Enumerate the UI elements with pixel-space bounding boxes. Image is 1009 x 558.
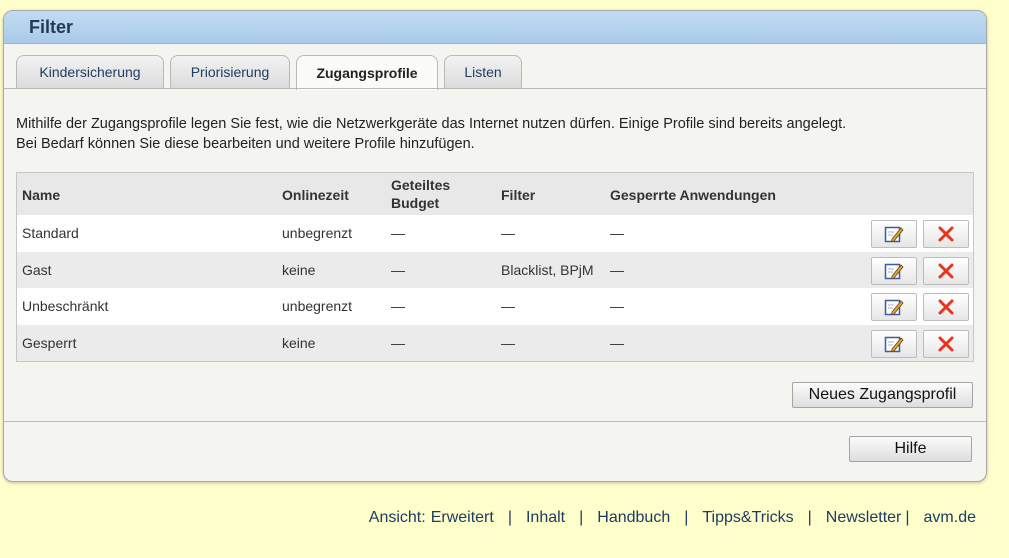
edit-button[interactable] — [871, 220, 917, 248]
filter-panel: Filter Kindersicherung Priorisierung Zug… — [3, 10, 987, 482]
header-onlinezeit: Onlinezeit — [282, 187, 349, 203]
profiles-table: Name Onlinezeit Geteiltes Budget Filter … — [16, 172, 974, 362]
table-row: Unbeschränkt unbegrenzt — — — — [17, 288, 973, 325]
cell-onlinezeit: keine — [282, 334, 316, 351]
edit-button[interactable] — [871, 256, 917, 285]
cell-budget: — — [391, 334, 405, 351]
tab-priorisierung[interactable]: Priorisierung — [170, 55, 290, 88]
edit-icon — [884, 299, 904, 316]
tab-zugangsprofile[interactable]: Zugangsprofile — [296, 55, 438, 90]
delete-icon — [938, 226, 954, 242]
separator: | — [807, 509, 812, 526]
header-filter: Filter — [501, 187, 536, 203]
footer-links: Ansicht: Erweitert | Inhalt | Handbuch |… — [369, 509, 976, 527]
cell-gesperrte-anwendungen: — — [610, 298, 624, 314]
footer-link-newsletter[interactable]: Newsletter — [826, 509, 902, 527]
delete-button[interactable] — [923, 256, 969, 285]
tab-kindersicherung[interactable]: Kindersicherung — [16, 55, 164, 88]
separator: | — [579, 509, 584, 526]
tab-listen[interactable]: Listen — [444, 55, 522, 88]
cell-filter: — — [501, 298, 515, 314]
cell-name: Gast — [22, 261, 52, 278]
separator: | — [684, 509, 689, 526]
cell-onlinezeit: unbegrenzt — [282, 298, 353, 314]
cell-onlinezeit: unbegrenzt — [282, 225, 353, 241]
header-budget: Geteiltes Budget — [391, 176, 450, 212]
cell-gesperrte-anwendungen: — — [610, 225, 624, 241]
footer-link-avm[interactable]: avm.de — [924, 509, 976, 527]
section-divider — [4, 421, 986, 422]
header-name: Name — [22, 187, 61, 203]
table-header: Name Onlinezeit Geteiltes Budget Filter … — [17, 173, 973, 215]
cell-filter: — — [501, 225, 515, 241]
cell-name: Gesperrt — [22, 334, 77, 351]
table-row: Gesperrt keine — — — — [17, 324, 973, 361]
header-budget-line1: Geteiltes — [391, 177, 451, 193]
delete-button[interactable] — [923, 220, 969, 248]
cell-name: Unbeschränkt — [22, 298, 109, 314]
footer-link-inhalt[interactable]: Inhalt — [526, 509, 565, 527]
intro-text: Mithilfe der Zugangsprofile legen Sie fe… — [16, 114, 966, 154]
separator: | — [507, 509, 512, 526]
cell-name: Standard — [22, 225, 79, 241]
cell-gesperrte-anwendungen: — — [610, 334, 624, 351]
edit-button[interactable] — [871, 293, 917, 321]
cell-budget: — — [391, 298, 405, 314]
tab-divider — [4, 88, 986, 89]
edit-icon — [884, 263, 904, 279]
tab-bar: Kindersicherung Priorisierung Zugangspro… — [16, 55, 976, 90]
cell-filter: Blacklist, BPjM — [501, 261, 594, 278]
edit-button[interactable] — [871, 329, 917, 358]
panel-title: Filter — [29, 16, 74, 37]
intro-line-1: Mithilfe der Zugangsprofile legen Sie fe… — [16, 116, 847, 132]
edit-icon — [884, 226, 904, 243]
cell-filter: — — [501, 334, 515, 351]
footer-link-handbuch[interactable]: Handbuch — [597, 509, 670, 527]
cell-budget: — — [391, 261, 405, 278]
delete-icon — [938, 336, 954, 351]
help-button[interactable]: Hilfe — [849, 436, 972, 462]
delete-button[interactable] — [923, 329, 969, 358]
view-label: Ansicht: — [368, 509, 426, 526]
table-row: Gast keine — Blacklist, BPjM — — [17, 251, 973, 288]
delete-button[interactable] — [923, 293, 969, 321]
edit-icon — [884, 336, 904, 352]
header-gesperrte-anwendungen: Gesperrte Anwendungen — [610, 187, 776, 203]
table-row: Standard unbegrenzt — — — — [17, 215, 973, 252]
delete-icon — [938, 263, 954, 278]
view-advanced-link[interactable]: Erweitert — [431, 509, 494, 527]
new-profile-button[interactable]: Neues Zugangsprofil — [792, 382, 973, 408]
footer-link-tipps-tricks[interactable]: Tipps&Tricks — [702, 509, 793, 527]
delete-icon — [938, 299, 954, 315]
panel-header: Filter — [4, 11, 986, 44]
header-budget-line2: Budget — [391, 195, 440, 211]
cell-budget: — — [391, 225, 405, 241]
separator: | — [905, 509, 910, 526]
intro-line-2: Bei Bedarf können Sie diese bearbeiten u… — [16, 136, 475, 152]
cell-onlinezeit: keine — [282, 261, 316, 278]
cell-gesperrte-anwendungen: — — [610, 261, 624, 278]
